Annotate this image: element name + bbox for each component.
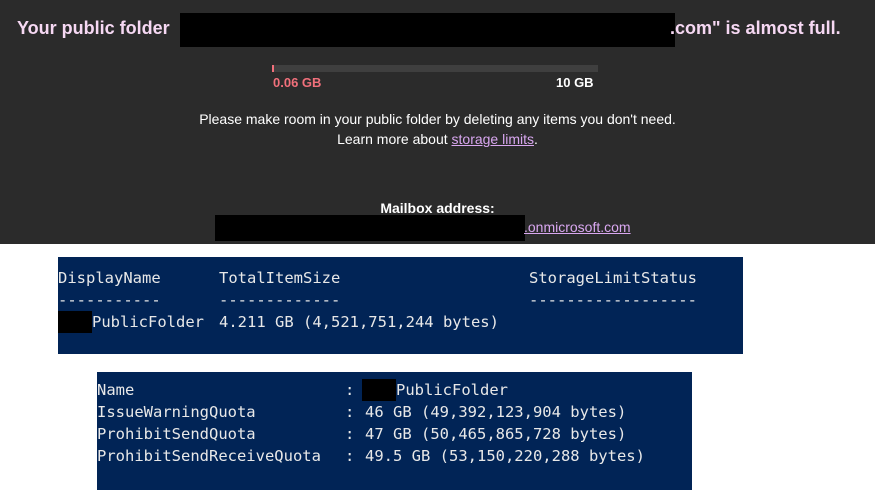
quota-colon: :: [345, 447, 355, 465]
redacted-folder-prefix: [58, 311, 92, 333]
row-display-name: PublicFolder: [92, 313, 204, 331]
learn-more-suffix: .: [533, 131, 538, 147]
quota-value-prohibit-send: 47 GB (50,465,865,728 bytes): [365, 425, 627, 443]
title-suffix: .com" is almost full.: [670, 18, 841, 38]
mailbox-address-label: Mailbox address:: [380, 200, 495, 216]
storage-limits-link[interactable]: storage limits: [452, 131, 534, 147]
redacted-mailbox-address: [215, 215, 525, 241]
title-prefix: Your public folder: [17, 18, 170, 38]
separator-storage-limit-status: ------------------: [529, 291, 697, 309]
quota-colon: :: [345, 425, 355, 443]
header-display-name: DisplayName: [58, 269, 161, 287]
quota-key-name: Name: [97, 381, 135, 399]
storage-meter-fill: [272, 65, 274, 72]
quota-colon: :: [345, 381, 355, 399]
quota-colon: :: [345, 403, 355, 421]
quota-key-prohibit-send: ProhibitSendQuota: [97, 425, 256, 443]
mailbox-address-link[interactable]: .onmicrosoft.com: [524, 219, 631, 235]
row-total-item-size: 4.211 GB (4,521,751,244 bytes): [219, 313, 499, 331]
learn-more-text: Learn more about storage limits.: [0, 131, 875, 147]
quota-key-prohibit-send-receive: ProhibitSendReceiveQuota: [97, 447, 321, 465]
quota-value-name: PublicFolder: [396, 381, 508, 399]
quota-key-issue-warning: IssueWarningQuota: [97, 403, 256, 421]
storage-meter: [272, 65, 598, 72]
storage-used-label: 0.06 GB: [273, 75, 322, 90]
storage-total-label: 10 GB: [556, 75, 594, 90]
redacted-folder-name: [180, 13, 675, 47]
redacted-quota-folder-prefix: [362, 379, 396, 401]
instruction-text: Please make room in your public folder b…: [199, 111, 676, 127]
learn-more-prefix: Learn more about: [337, 131, 452, 147]
separator-total-item-size: -------------: [219, 291, 341, 309]
quota-value-prohibit-send-receive: 49.5 GB (53,150,220,288 bytes): [365, 447, 645, 465]
storage-warning-panel: Your public folder .com" is almost full.…: [0, 0, 875, 244]
header-storage-limit-status: StorageLimitStatus: [529, 269, 697, 287]
header-total-item-size: TotalItemSize: [219, 269, 341, 287]
separator-display-name: -----------: [58, 291, 161, 309]
powershell-stats-output: DisplayName TotalItemSize StorageLimitSt…: [58, 257, 743, 354]
quota-value-issue-warning: 46 GB (49,392,123,904 bytes): [365, 403, 627, 421]
powershell-quota-output: Name : PublicFolder IssueWarningQuota : …: [97, 372, 692, 490]
